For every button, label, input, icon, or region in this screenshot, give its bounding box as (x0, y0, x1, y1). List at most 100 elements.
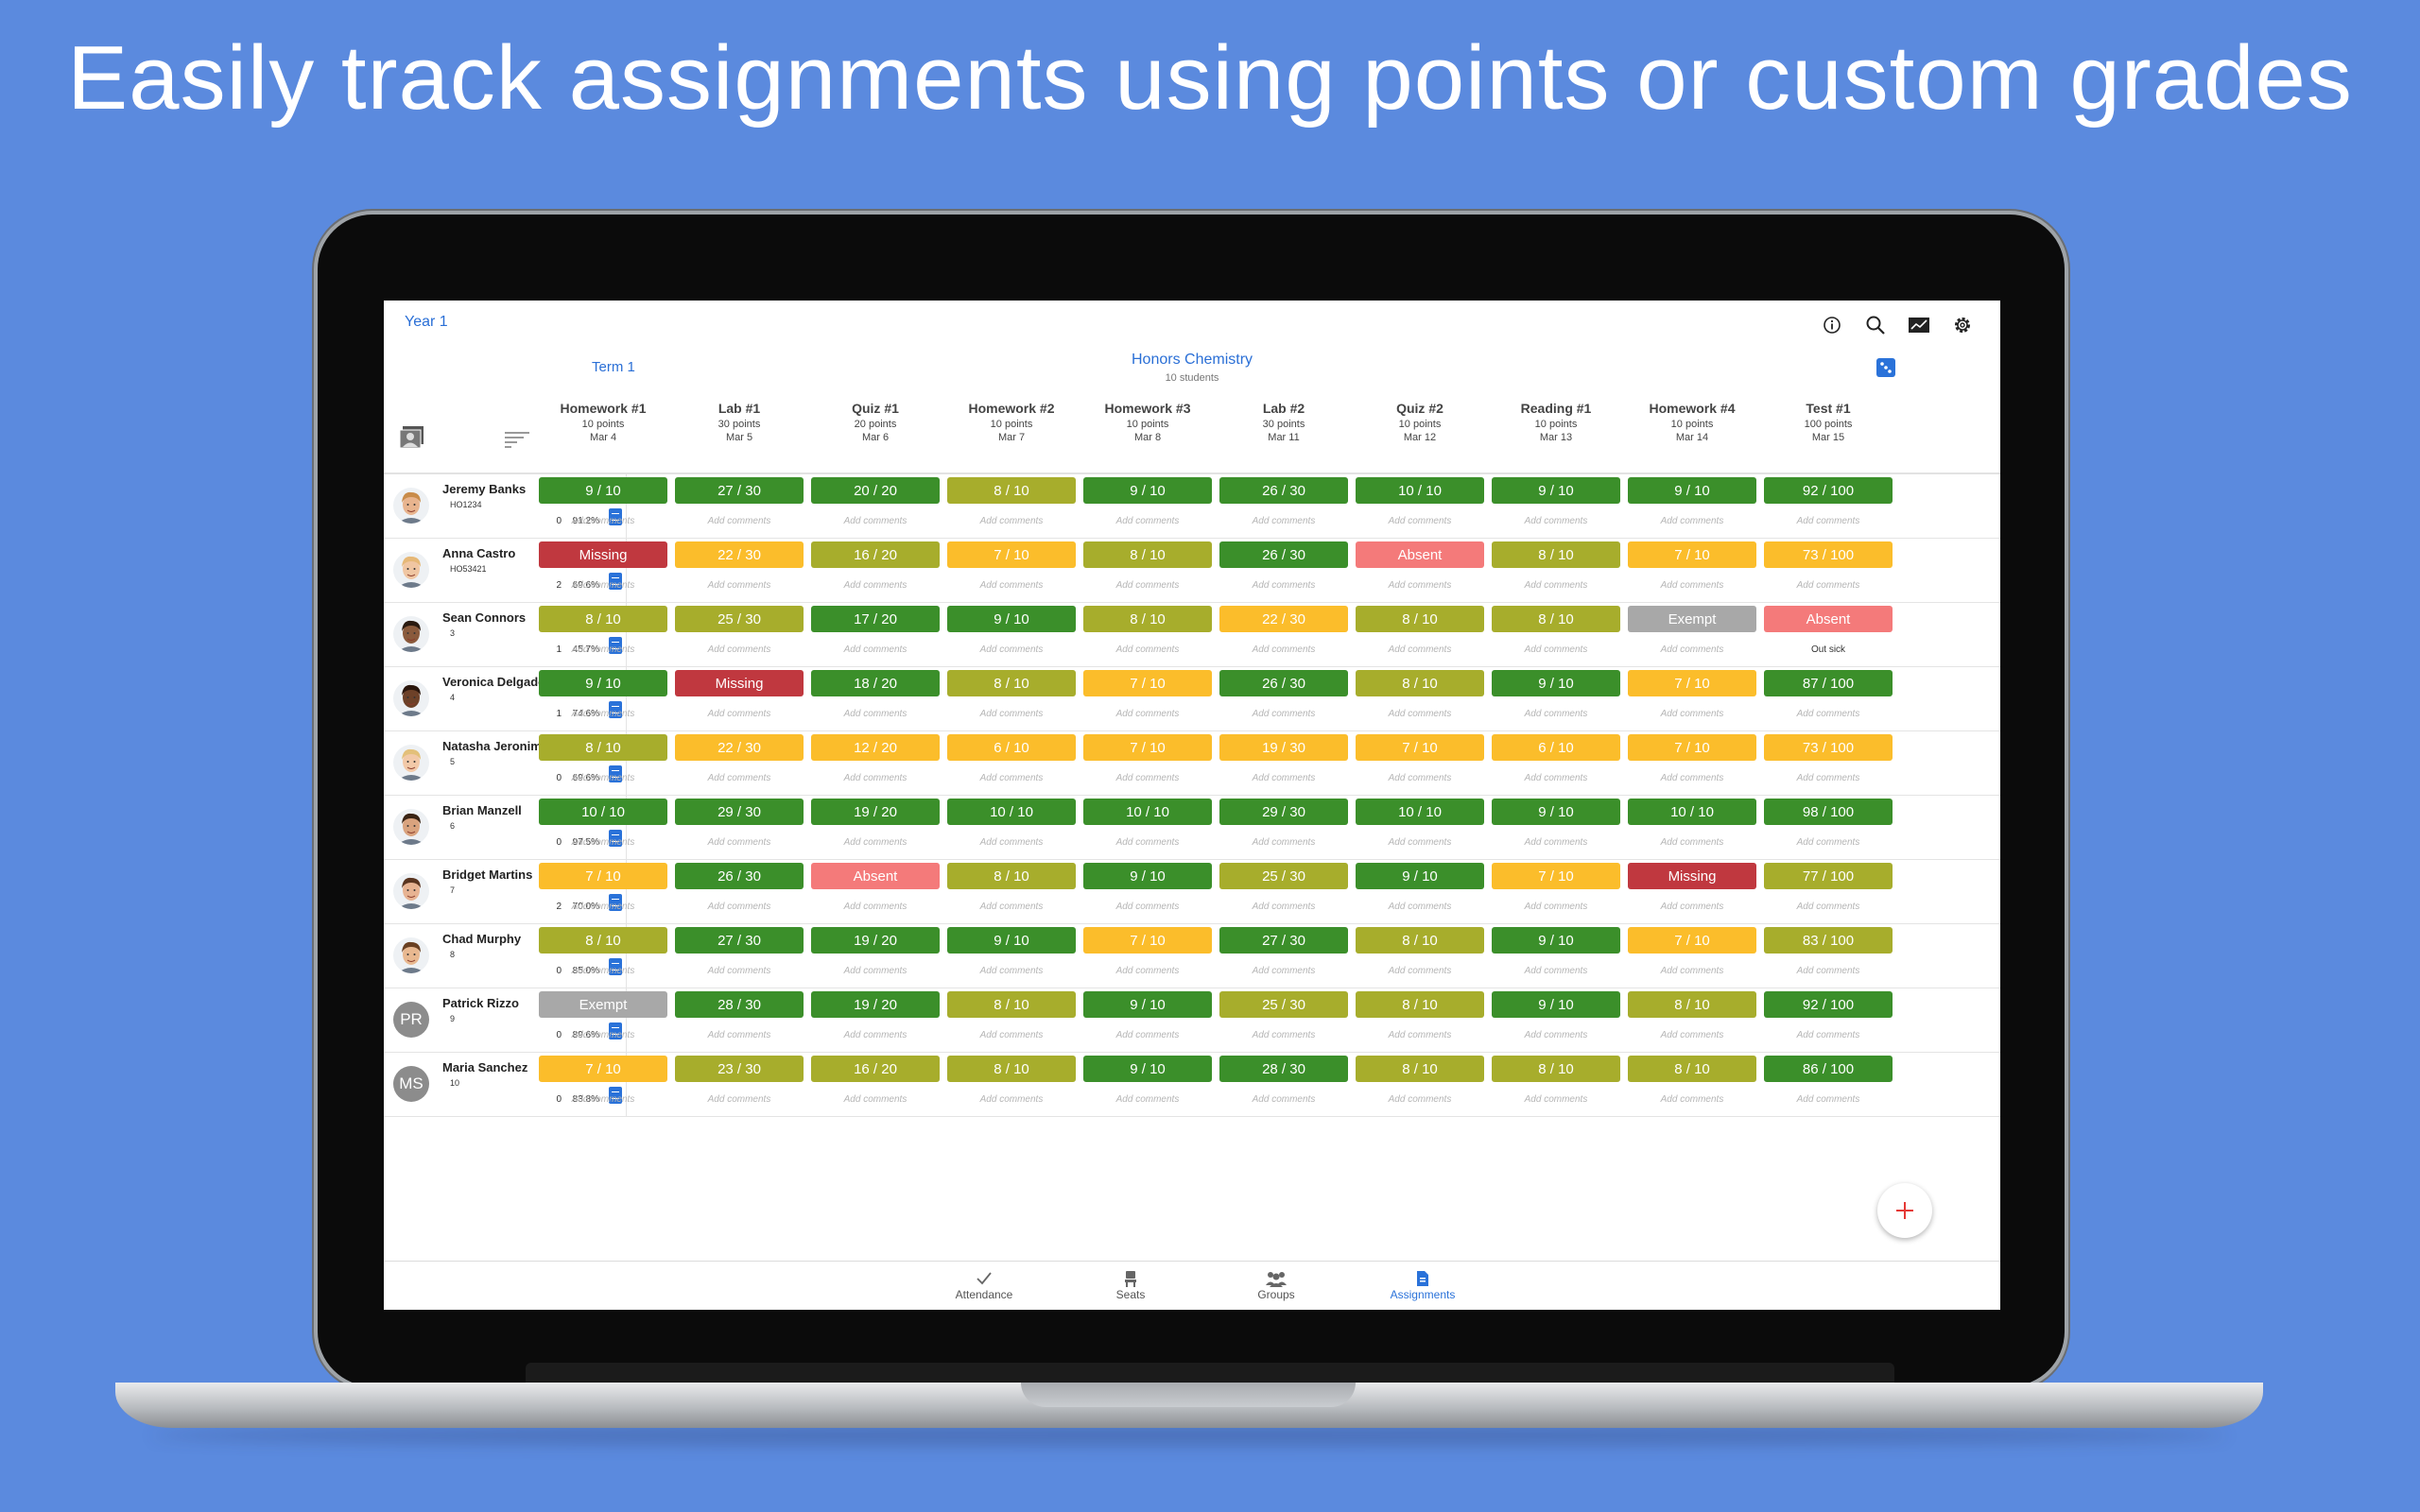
grade-badge[interactable]: 9 / 10 (1492, 991, 1620, 1018)
comment-field[interactable]: Add comments (671, 1094, 807, 1105)
comment-field[interactable]: Add comments (807, 966, 943, 976)
grade-badge[interactable]: Absent (811, 863, 940, 889)
comment-field[interactable]: Add comments (1216, 837, 1352, 848)
grade-badge[interactable]: 73 / 100 (1764, 734, 1893, 761)
comment-field[interactable]: Add comments (1352, 902, 1488, 912)
grade-badge[interactable]: 8 / 10 (1083, 541, 1212, 568)
assignment-header[interactable]: Homework #3 10 points Mar 8 (1080, 401, 1216, 443)
grade-badge[interactable]: 19 / 20 (811, 799, 940, 825)
comment-field[interactable]: Add comments (535, 1094, 671, 1105)
comment-field[interactable]: Add comments (1760, 709, 1896, 719)
grade-badge[interactable]: Exempt (539, 991, 667, 1018)
comment-field[interactable]: Add comments (943, 837, 1080, 848)
grade-badge[interactable]: 28 / 30 (675, 991, 804, 1018)
grade-badge[interactable]: 98 / 100 (1764, 799, 1893, 825)
grade-badge[interactable]: 7 / 10 (539, 1056, 667, 1082)
tab-attendance[interactable]: Attendance (932, 1269, 1036, 1301)
grade-badge[interactable]: 7 / 10 (1628, 670, 1756, 696)
comment-field[interactable]: Add comments (1080, 516, 1216, 526)
grade-badge[interactable]: 16 / 20 (811, 541, 940, 568)
comment-field[interactable]: Add comments (943, 580, 1080, 591)
comment-field[interactable]: Add comments (535, 902, 671, 912)
comment-field[interactable]: Add comments (671, 902, 807, 912)
comment-field[interactable]: Add comments (1760, 580, 1896, 591)
comment-field[interactable]: Add comments (535, 837, 671, 848)
grade-badge[interactable]: 7 / 10 (947, 541, 1076, 568)
comment-field[interactable]: Add comments (1488, 773, 1624, 783)
sort-icon[interactable] (505, 431, 529, 448)
grade-badge[interactable]: 92 / 100 (1764, 477, 1893, 504)
comment-field[interactable]: Add comments (1216, 516, 1352, 526)
comment-field[interactable]: Add comments (1352, 644, 1488, 655)
comment-field[interactable]: Add comments (807, 902, 943, 912)
class-title[interactable]: Honors Chemistry (384, 352, 2000, 369)
assignment-header[interactable]: Homework #1 10 points Mar 4 (535, 401, 671, 443)
comment-field[interactable]: Add comments (1080, 644, 1216, 655)
comment-field[interactable]: Out sick (1760, 644, 1896, 655)
comment-field[interactable]: Add comments (943, 1094, 1080, 1105)
comment-field[interactable]: Add comments (1080, 1030, 1216, 1040)
grade-badge[interactable]: 8 / 10 (539, 927, 667, 954)
avatar[interactable] (393, 680, 429, 716)
grade-badge[interactable]: 7 / 10 (1628, 927, 1756, 954)
comment-field[interactable]: Add comments (807, 1030, 943, 1040)
grade-badge[interactable]: 8 / 10 (1492, 1056, 1620, 1082)
grade-badge[interactable]: Missing (1628, 863, 1756, 889)
comment-field[interactable]: Add comments (1624, 580, 1760, 591)
comment-field[interactable]: Add comments (1080, 837, 1216, 848)
tab-seats[interactable]: Seats (1079, 1269, 1183, 1301)
grade-badge[interactable]: 27 / 30 (675, 927, 804, 954)
comment-field[interactable]: Add comments (1760, 966, 1896, 976)
grade-badge[interactable]: 25 / 30 (675, 606, 804, 632)
grade-badge[interactable]: 20 / 20 (811, 477, 940, 504)
grade-badge[interactable]: 8 / 10 (1356, 1056, 1484, 1082)
grade-badge[interactable]: 10 / 10 (1356, 477, 1484, 504)
grade-badge[interactable]: Missing (675, 670, 804, 696)
assignment-header[interactable]: Test #1 100 points Mar 15 (1760, 401, 1896, 443)
comment-field[interactable]: Add comments (1352, 516, 1488, 526)
grade-badge[interactable]: 9 / 10 (539, 670, 667, 696)
comment-field[interactable]: Add comments (943, 644, 1080, 655)
grade-badge[interactable]: 8 / 10 (1083, 606, 1212, 632)
comment-field[interactable]: Add comments (1488, 644, 1624, 655)
grade-badge[interactable]: 10 / 10 (539, 799, 667, 825)
grade-badge[interactable]: 9 / 10 (1083, 477, 1212, 504)
grade-badge[interactable]: 8 / 10 (1356, 606, 1484, 632)
grade-badge[interactable]: 26 / 30 (675, 863, 804, 889)
grade-badge[interactable]: 73 / 100 (1764, 541, 1893, 568)
avatar[interactable]: MS (393, 1066, 429, 1102)
dice-icon[interactable] (1876, 357, 1896, 378)
comment-field[interactable]: Add comments (943, 966, 1080, 976)
grade-badge[interactable]: Exempt (1628, 606, 1756, 632)
comment-field[interactable]: Add comments (807, 1094, 943, 1105)
assignment-header[interactable]: Homework #2 10 points Mar 7 (943, 401, 1080, 443)
comment-field[interactable]: Add comments (1216, 902, 1352, 912)
comment-field[interactable]: Add comments (807, 773, 943, 783)
avatar[interactable] (393, 809, 429, 845)
comment-field[interactable]: Add comments (1080, 1094, 1216, 1105)
avatar[interactable] (393, 488, 429, 524)
grade-badge[interactable]: 26 / 30 (1219, 477, 1348, 504)
info-icon[interactable] (1821, 314, 1843, 336)
comment-field[interactable]: Add comments (671, 1030, 807, 1040)
grade-badge[interactable]: 7 / 10 (1628, 734, 1756, 761)
grade-badge[interactable]: 7 / 10 (1356, 734, 1484, 761)
grade-badge[interactable]: 9 / 10 (1628, 477, 1756, 504)
comment-field[interactable]: Add comments (943, 773, 1080, 783)
grade-badge[interactable]: 8 / 10 (947, 477, 1076, 504)
comment-field[interactable]: Add comments (671, 837, 807, 848)
comment-field[interactable]: Add comments (1760, 837, 1896, 848)
grade-badge[interactable]: 83 / 100 (1764, 927, 1893, 954)
comment-field[interactable]: Add comments (1624, 837, 1760, 848)
comment-field[interactable]: Add comments (1352, 1094, 1488, 1105)
comment-field[interactable]: Add comments (671, 516, 807, 526)
comment-field[interactable]: Add comments (1488, 516, 1624, 526)
comment-field[interactable]: Add comments (1624, 1094, 1760, 1105)
grade-badge[interactable]: 9 / 10 (539, 477, 667, 504)
grade-badge[interactable]: 9 / 10 (1492, 477, 1620, 504)
grade-badge[interactable]: 8 / 10 (1628, 991, 1756, 1018)
comment-field[interactable]: Add comments (1488, 902, 1624, 912)
comment-field[interactable]: Add comments (1216, 773, 1352, 783)
grade-badge[interactable]: 86 / 100 (1764, 1056, 1893, 1082)
comment-field[interactable]: Add comments (1760, 773, 1896, 783)
